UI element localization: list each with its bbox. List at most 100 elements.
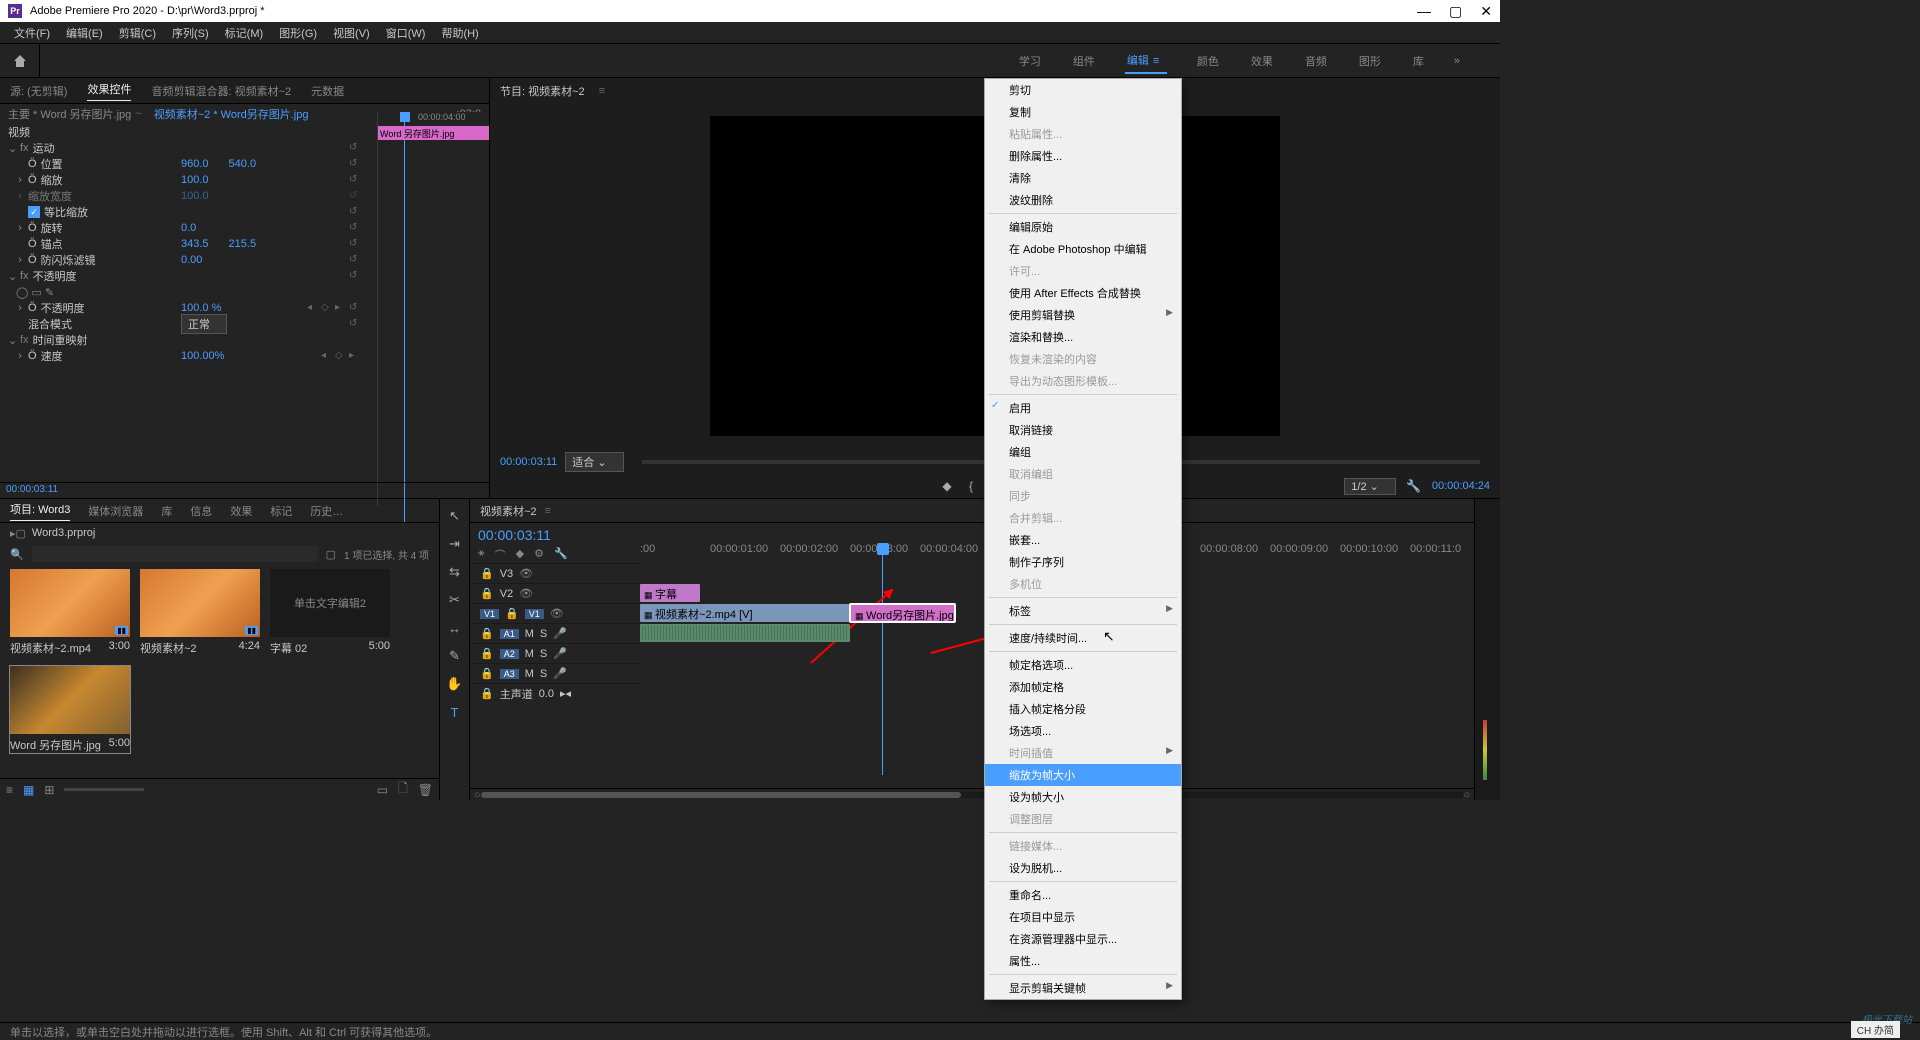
res-select[interactable]: 1/2 ⌄ (1344, 478, 1396, 495)
home-button[interactable] (0, 44, 40, 77)
minimize-button[interactable]: — (1417, 3, 1431, 20)
menu-view[interactable]: 视图(V) (327, 23, 376, 43)
ctx-item[interactable]: 编辑原始 (985, 216, 1181, 238)
mute-button[interactable]: M (525, 628, 534, 640)
ctx-item[interactable]: 波纹删除 (985, 189, 1181, 211)
blend-mode-select[interactable]: 正常 (181, 314, 227, 334)
filter-icon[interactable]: ▢ (326, 548, 336, 561)
ec-anchor-y[interactable]: 215.5 (229, 238, 257, 250)
eye-icon[interactable]: 👁 (519, 567, 533, 580)
ec-anchor-x[interactable]: 343.5 (181, 238, 209, 250)
selection-tool[interactable]: ↖ (446, 507, 464, 525)
clip-caption[interactable]: ▦ 字幕 (640, 584, 700, 602)
snap-icon[interactable]: ⚹ (478, 547, 485, 563)
ctx-item[interactable]: 使用剪辑替换▶ (985, 304, 1181, 326)
ctx-item[interactable]: 在项目中显示 (985, 906, 1181, 928)
ec-scale-value[interactable]: 100.0 (181, 174, 209, 186)
project-item[interactable]: Word 另存图片.jpg5:00 (10, 666, 130, 753)
ctx-item[interactable]: 帧定格选项... (985, 654, 1181, 676)
ec-flicker-value[interactable]: 0.00 (181, 254, 202, 266)
ws-tab-assembly[interactable]: 组件 (1071, 49, 1097, 73)
tab-audio-mixer[interactable]: 音频剪辑混合器: 视频素材~2 (151, 83, 291, 99)
uniform-scale-checkbox[interactable]: ✓ (28, 206, 40, 218)
ctx-item[interactable]: 添加帧定格 (985, 676, 1181, 698)
ctx-item[interactable]: 插入帧定格分段 (985, 698, 1181, 720)
razor-tool[interactable]: ✂ (446, 591, 464, 609)
tab-source[interactable]: 源: (无剪辑) (10, 83, 67, 99)
tab-metadata[interactable]: 元数据 (311, 83, 344, 99)
freeform-icon[interactable]: ⊞ (44, 783, 54, 797)
ec-time-remap[interactable]: 时间重映射 (33, 332, 88, 348)
ctx-item[interactable]: 复制 (985, 101, 1181, 123)
ctx-item[interactable]: 嵌套... (985, 529, 1181, 551)
mask-ellipse-icon[interactable]: ◯ (16, 286, 28, 299)
ctx-item[interactable]: ✓启用 (985, 397, 1181, 419)
clip-video[interactable]: ▦ 视频素材~2.mp4 [V] (640, 604, 850, 622)
mask-pen-icon[interactable]: ✎ (45, 286, 54, 299)
menu-help[interactable]: 帮助(H) (435, 23, 484, 43)
menu-window[interactable]: 窗口(W) (380, 23, 432, 43)
ctx-item[interactable]: 在资源管理器中显示... (985, 928, 1181, 950)
menu-sequence[interactable]: 序列(S) (166, 23, 215, 43)
tab-libraries[interactable]: 库 (161, 503, 172, 519)
hand-tool[interactable]: ✋ (446, 675, 464, 693)
link-icon[interactable]: ⌒ (495, 547, 506, 563)
ctx-item[interactable]: 渲染和替换... (985, 326, 1181, 348)
track-select-tool[interactable]: ⇥ (446, 535, 464, 553)
new-bin-icon[interactable]: ▭ (377, 783, 388, 797)
ctx-item[interactable]: 使用 After Effects 合成替换 (985, 282, 1181, 304)
type-tool[interactable]: T (446, 703, 464, 721)
ctx-item[interactable]: 在 Adobe Photoshop 中编辑 (985, 238, 1181, 260)
close-button[interactable]: ✕ (1480, 3, 1492, 20)
trash-icon[interactable]: 🗑 (418, 783, 433, 797)
lock-icon[interactable]: 🔒 (480, 567, 494, 580)
ctx-item[interactable]: 剪切 (985, 79, 1181, 101)
thumb-size-slider[interactable] (64, 788, 144, 791)
fit-select[interactable]: 适合 ⌄ (565, 452, 623, 472)
ec-rotation-value[interactable]: 0.0 (181, 222, 196, 234)
ctx-item[interactable]: 取消链接 (985, 419, 1181, 441)
project-item[interactable]: ▮▮ 视频素材~2.mp43:00 (10, 569, 130, 656)
menu-file[interactable]: 文件(F) (8, 23, 56, 43)
marker-icon[interactable]: ◆ (516, 547, 524, 563)
ctx-item[interactable]: 显示剪辑关键帧▶ (985, 977, 1181, 999)
ec-opacity-section[interactable]: 不透明度 (33, 268, 77, 284)
ws-tab-graphics[interactable]: 图形 (1357, 49, 1383, 73)
tab-project[interactable]: 项目: Word3 (10, 501, 70, 521)
settings-icon[interactable]: ⚙ (534, 547, 544, 563)
ctx-item[interactable]: 速度/持续时间... (985, 627, 1181, 649)
project-item[interactable]: 单击文字编辑2 字幕 025:00 (270, 569, 390, 656)
reset-icon[interactable]: ↺ (349, 142, 361, 154)
project-search-input[interactable] (32, 546, 318, 562)
slip-tool[interactable]: ↔ (446, 619, 464, 637)
timeline-scrollbar[interactable]: ○ ○ (470, 788, 1474, 800)
ctx-item[interactable]: 场选项... (985, 720, 1181, 742)
ctx-item[interactable]: 设为脱机... (985, 857, 1181, 879)
ctx-item[interactable]: 属性... (985, 950, 1181, 972)
project-item[interactable]: ▮▮ 视频素材~24:24 (140, 569, 260, 656)
marker-button[interactable]: ◆ (939, 478, 955, 494)
pen-tool[interactable]: ✎ (446, 647, 464, 665)
v1-source[interactable]: V1 (480, 609, 499, 619)
menu-edit[interactable]: 编辑(E) (60, 23, 109, 43)
ws-tab-learn[interactable]: 学习 (1017, 49, 1043, 73)
menu-clip[interactable]: 剪辑(C) (113, 23, 162, 43)
tab-effects[interactable]: 效果 (230, 503, 252, 519)
ctx-item[interactable]: 删除属性... (985, 145, 1181, 167)
icon-view-icon[interactable]: ▦ (23, 783, 34, 797)
ctx-item[interactable]: 缩放为帧大小 (985, 764, 1181, 786)
timeline-timecode[interactable]: 00:00:03:11 (478, 527, 632, 543)
new-item-icon[interactable]: 🗋 (398, 779, 408, 800)
ws-tab-effects[interactable]: 效果 (1249, 49, 1275, 73)
workspace-overflow[interactable]: » (1454, 55, 1460, 67)
tab-markers[interactable]: 标记 (270, 503, 292, 519)
ec-opacity-value[interactable]: 100.0 % (181, 302, 221, 314)
ctx-item[interactable]: 标签▶ (985, 600, 1181, 622)
tab-info[interactable]: 信息 (190, 503, 212, 519)
ec-speed-value[interactable]: 100.00% (181, 350, 224, 362)
maximize-button[interactable]: ▢ (1449, 3, 1462, 20)
settings-icon[interactable]: 🔧 (1406, 478, 1422, 494)
program-tc-left[interactable]: 00:00:03:11 (500, 456, 557, 468)
ws-tab-edit[interactable]: 编辑 (1125, 48, 1167, 74)
in-point-button[interactable]: { (963, 478, 979, 494)
